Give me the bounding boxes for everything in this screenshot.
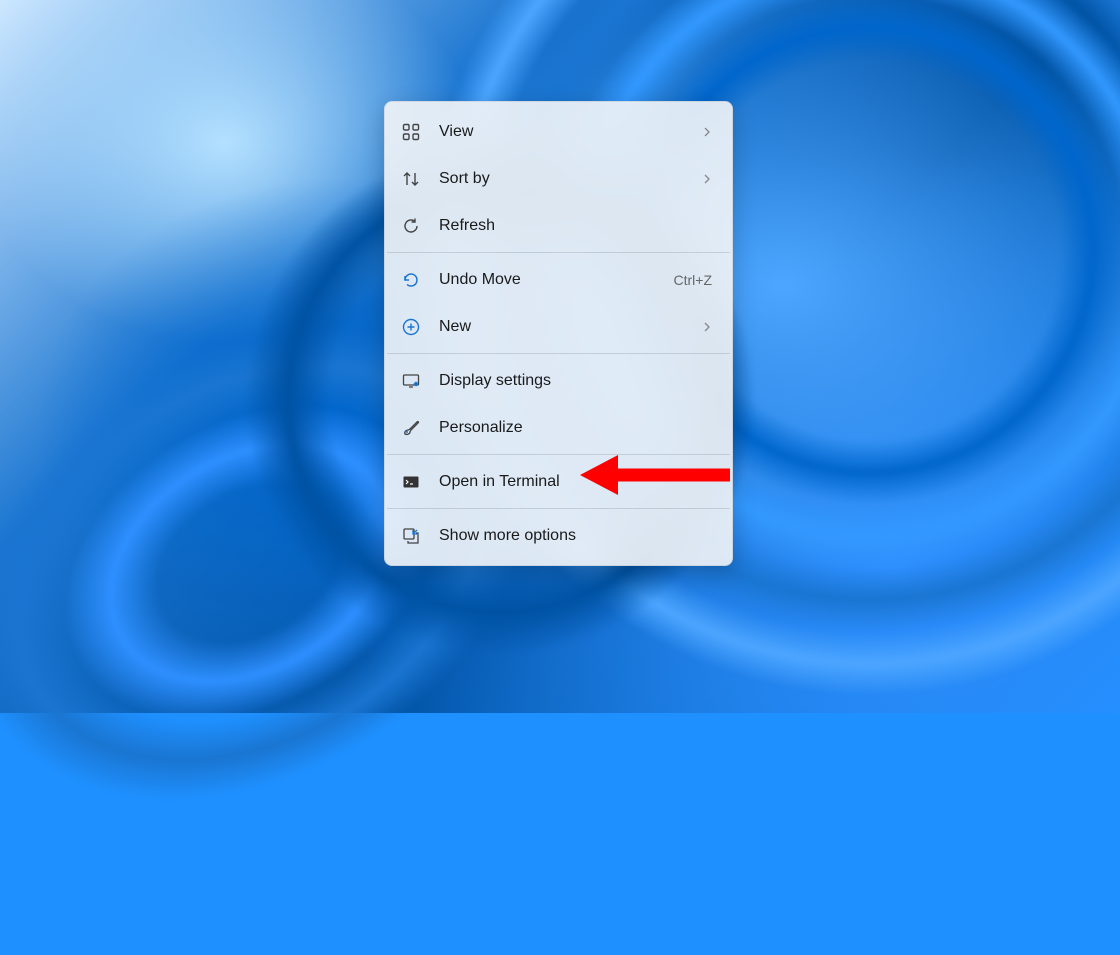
menu-label: Undo Move <box>439 271 674 289</box>
menu-label: New <box>439 318 702 336</box>
undo-icon <box>401 270 421 290</box>
menu-separator <box>387 252 730 253</box>
menu-label: View <box>439 123 702 141</box>
menu-item-display-settings[interactable]: Display settings <box>385 357 732 404</box>
menu-item-new[interactable]: New <box>385 303 732 350</box>
new-icon <box>401 317 421 337</box>
personalize-icon <box>401 418 421 438</box>
menu-label: Refresh <box>439 217 716 235</box>
annotation-arrow <box>580 450 750 500</box>
grid-icon <box>401 122 421 142</box>
more-options-icon <box>401 526 421 546</box>
menu-separator <box>387 353 730 354</box>
menu-label: Show more options <box>439 527 716 545</box>
menu-label: Sort by <box>439 170 702 188</box>
terminal-icon <box>401 472 421 492</box>
refresh-icon <box>401 216 421 236</box>
menu-item-refresh[interactable]: Refresh <box>385 202 732 249</box>
menu-item-show-more-options[interactable]: Show more options <box>385 512 732 559</box>
chevron-right-icon <box>702 172 712 186</box>
sort-icon <box>401 169 421 189</box>
menu-separator <box>387 508 730 509</box>
menu-label: Personalize <box>439 419 716 437</box>
menu-label: Display settings <box>439 372 716 390</box>
menu-item-sort-by[interactable]: Sort by <box>385 155 732 202</box>
chevron-right-icon <box>702 125 712 139</box>
menu-item-undo-move[interactable]: Undo Move Ctrl+Z <box>385 256 732 303</box>
menu-item-view[interactable]: View <box>385 108 732 155</box>
menu-shortcut: Ctrl+Z <box>674 272 713 288</box>
menu-item-personalize[interactable]: Personalize <box>385 404 732 451</box>
chevron-right-icon <box>702 320 712 334</box>
display-icon <box>401 371 421 391</box>
